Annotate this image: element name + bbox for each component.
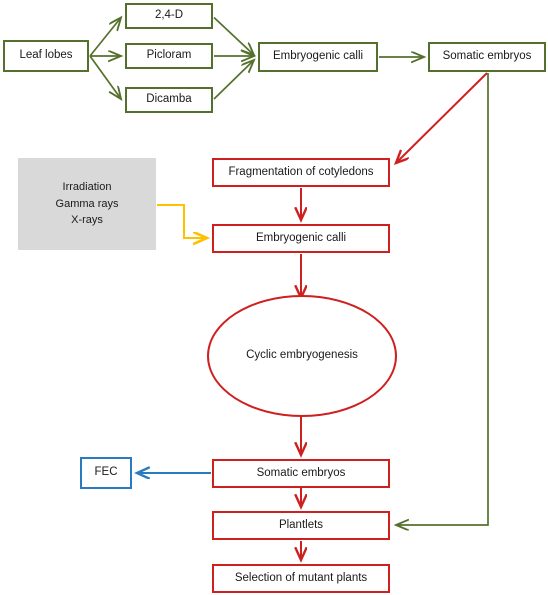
edge-dicamba-to-embryogenic-calli xyxy=(213,60,254,100)
node-2-4-d[interactable]: 2,4-D xyxy=(125,3,213,29)
edge-24d-to-embryogenic-calli xyxy=(213,16,254,56)
node-fec[interactable]: FEC xyxy=(80,457,132,489)
node-picloram[interactable]: Picloram xyxy=(125,43,213,69)
edge-leaf-lobes-to-dicamba xyxy=(89,55,121,99)
node-embryogenic-calli-green[interactable]: Embryogenic calli xyxy=(258,42,378,72)
edge-irradiation-to-embryogenic-calli xyxy=(157,204,207,238)
node-plantlets[interactable]: Plantlets xyxy=(212,511,390,540)
edge-somatic-embryos-to-plantlets xyxy=(396,73,489,525)
node-fragmentation-of-cotyledons[interactable]: Fragmentation of cotyledons xyxy=(212,158,390,187)
node-somatic-embryos-green[interactable]: Somatic embryos xyxy=(428,42,546,72)
node-somatic-embryos-red[interactable]: Somatic embryos xyxy=(212,459,390,488)
node-embryogenic-calli-red[interactable]: Embryogenic calli xyxy=(212,224,390,253)
node-dicamba[interactable]: Dicamba xyxy=(125,87,213,113)
edge-somatic-embryos-to-fragmentation xyxy=(396,72,488,163)
node-irradiation[interactable]: Irradiation Gamma rays X-rays xyxy=(18,158,156,250)
node-cyclic-embryogenesis[interactable]: Cyclic embryogenesis xyxy=(207,295,397,417)
node-selection-of-mutant-plants[interactable]: Selection of mutant plants xyxy=(212,564,390,593)
flowchart-canvas: Leaf lobes 2,4-D Picloram Dicamba Embryo… xyxy=(0,0,548,595)
node-leaf-lobes[interactable]: Leaf lobes xyxy=(3,40,89,72)
edge-leaf-lobes-to-24d xyxy=(89,18,121,57)
